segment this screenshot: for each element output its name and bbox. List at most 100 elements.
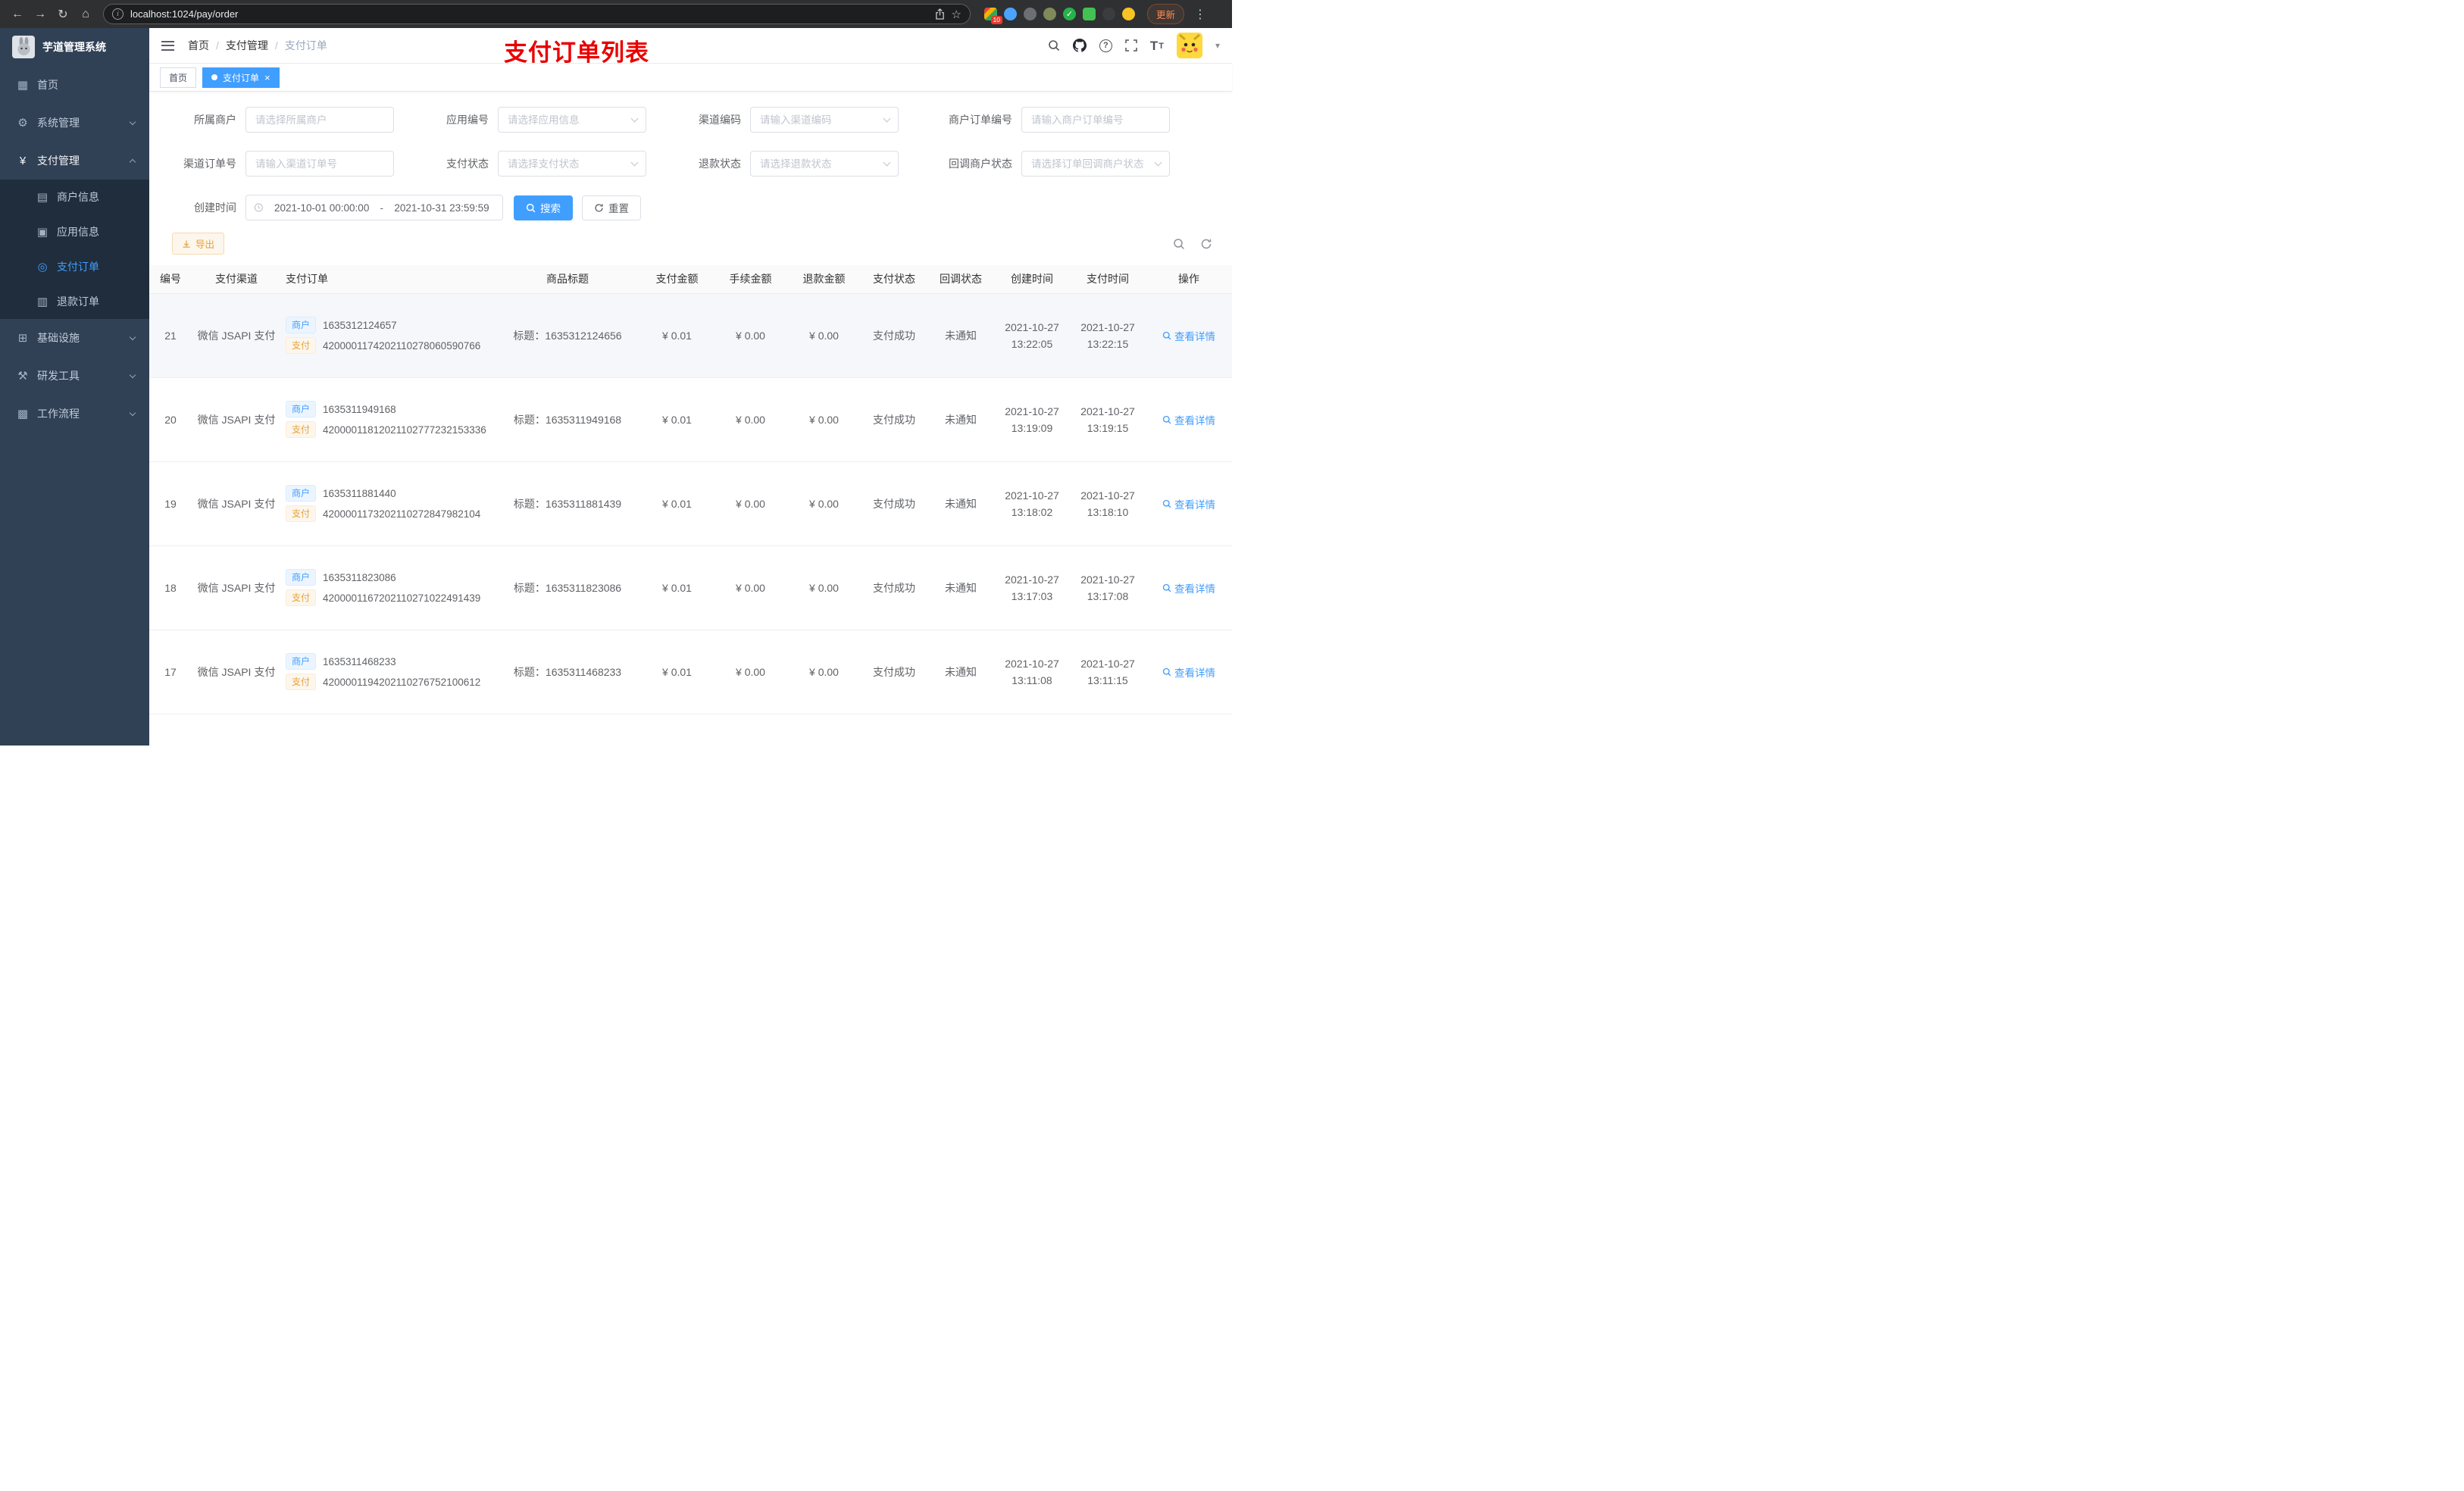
extension-icon[interactable]: ✓ bbox=[1063, 8, 1076, 20]
github-icon[interactable] bbox=[1072, 36, 1087, 55]
table-row: 17 微信 JSAPI 支付 商户 1635311468233 支付 4200001… bbox=[149, 630, 1232, 714]
extension-icon[interactable] bbox=[1122, 8, 1135, 20]
col-status: 支付状态 bbox=[861, 265, 927, 294]
cell-status: 支付成功 bbox=[861, 545, 927, 630]
sidebar-item-label: 首页 bbox=[37, 79, 58, 91]
extension-icon[interactable] bbox=[1102, 8, 1115, 20]
reset-button[interactable]: 重置 bbox=[582, 195, 641, 220]
filter-notify-status: 回调商户状态 bbox=[929, 151, 1170, 177]
site-info-icon[interactable]: i bbox=[112, 8, 124, 20]
time-text: 13:19:15 bbox=[1087, 421, 1129, 434]
sidebar-toggle-icon[interactable] bbox=[161, 40, 174, 51]
table-row: 18 微信 JSAPI 支付 商户 1635311823086 支付 4200001… bbox=[149, 545, 1232, 630]
date-start-input[interactable] bbox=[268, 202, 375, 214]
browser-back-icon[interactable]: ← bbox=[8, 5, 27, 24]
date-end-input[interactable] bbox=[389, 202, 495, 214]
date-range-picker[interactable]: - bbox=[245, 195, 503, 220]
export-button[interactable]: 导出 bbox=[172, 233, 225, 255]
pay-order-no: 4200001174202110278060590766 bbox=[323, 339, 481, 352]
sidebar-item-system[interactable]: ⚙ 系统管理 bbox=[0, 104, 149, 142]
sidebar-item-pay[interactable]: ¥ 支付管理 bbox=[0, 142, 149, 180]
browser-forward-icon[interactable]: → bbox=[30, 5, 50, 24]
cell-action: 查看详情 bbox=[1146, 377, 1232, 462]
sidebar-item-label: 应用信息 bbox=[57, 226, 99, 238]
time-text: 13:18:02 bbox=[1011, 505, 1053, 518]
bookmark-star-icon[interactable]: ☆ bbox=[952, 8, 962, 21]
pay-tag-badge: 支付 bbox=[286, 421, 317, 438]
cell-refund: ¥ 0.00 bbox=[787, 293, 861, 378]
channel-order-no-input[interactable] bbox=[245, 151, 394, 177]
app-logo[interactable]: 芋道管理系统 bbox=[0, 28, 149, 66]
channel-code-select[interactable] bbox=[750, 107, 899, 133]
view-detail-link[interactable]: 查看详情 bbox=[1162, 664, 1215, 680]
cell-amount: ¥ 0.01 bbox=[640, 461, 714, 546]
share-icon[interactable] bbox=[935, 8, 945, 20]
extension-icon[interactable] bbox=[1043, 8, 1056, 20]
merchant-order-no-input[interactable] bbox=[1021, 107, 1170, 133]
cell-status bbox=[861, 714, 927, 746]
briefcase-icon: ▩ bbox=[17, 408, 29, 420]
chevron-down-icon bbox=[129, 118, 136, 125]
sidebar-item-pay-order[interactable]: ◎ 支付订单 bbox=[0, 249, 149, 284]
close-icon[interactable]: × bbox=[264, 73, 270, 83]
search-icon[interactable] bbox=[1048, 36, 1060, 55]
cell-amount: ¥ 0.01 bbox=[640, 377, 714, 462]
sidebar-item-infra[interactable]: ⊞ 基础设施 bbox=[0, 319, 149, 357]
tab-label: 支付订单 bbox=[223, 72, 260, 83]
browser-reload-icon[interactable]: ↻ bbox=[53, 5, 73, 24]
view-detail-link[interactable]: 查看详情 bbox=[1162, 496, 1215, 511]
app-no-select[interactable] bbox=[498, 107, 646, 133]
extension-icon[interactable]: 10 bbox=[984, 8, 1002, 24]
sidebar-item-refund-order[interactable]: ▥ 退款订单 bbox=[0, 284, 149, 319]
browser-update-button[interactable]: 更新 bbox=[1147, 4, 1185, 24]
user-dropdown-caret-icon[interactable]: ▾ bbox=[1215, 40, 1220, 51]
date-text: 2021-10-27 bbox=[1005, 657, 1059, 670]
browser-menu-dots-icon[interactable]: ⋮ bbox=[1190, 5, 1210, 24]
col-fee: 手续金额 bbox=[714, 265, 787, 294]
search-button[interactable]: 搜索 bbox=[514, 195, 573, 220]
cell-order: 商户 1635311949168 支付 4200001181202110277723… bbox=[281, 377, 495, 462]
refund-status-select[interactable] bbox=[750, 151, 899, 177]
sidebar-item-merchant-info[interactable]: ▤ 商户信息 bbox=[0, 180, 149, 214]
refresh-icon bbox=[595, 203, 603, 212]
fullscreen-icon[interactable] bbox=[1125, 36, 1137, 55]
table-toolbar-right bbox=[1173, 238, 1212, 250]
search-button-label: 搜索 bbox=[540, 203, 561, 214]
sidebar-item-home[interactable]: ▦ 首页 bbox=[0, 66, 149, 104]
sidebar-item-devtool[interactable]: ⚒ 研发工具 bbox=[0, 357, 149, 395]
app-title: 芋道管理系统 bbox=[42, 41, 106, 53]
address-bar[interactable]: i localhost:1024/pay/order ☆ bbox=[103, 4, 971, 24]
view-detail-link[interactable]: 查看详情 bbox=[1162, 412, 1215, 427]
font-size-icon[interactable]: T T bbox=[1150, 39, 1164, 52]
cell-title: 标题：1635311823086 bbox=[495, 545, 640, 630]
extension-icon[interactable] bbox=[1024, 8, 1037, 20]
cell-order: 商户 1635311468233 支付 4200001194202110276752… bbox=[281, 630, 495, 714]
user-avatar[interactable] bbox=[1176, 33, 1202, 58]
tab-pay-order[interactable]: 支付订单 × bbox=[202, 67, 280, 88]
tab-home[interactable]: 首页 bbox=[160, 67, 197, 88]
view-detail-link[interactable]: 查看详情 bbox=[1162, 580, 1215, 595]
sidebar-item-app-info[interactable]: ▣ 应用信息 bbox=[0, 214, 149, 249]
sidebar-item-label: 退款订单 bbox=[57, 295, 99, 308]
help-icon[interactable]: ? bbox=[1099, 36, 1112, 55]
extension-icon[interactable] bbox=[1083, 8, 1096, 20]
pay-status-select[interactable] bbox=[498, 151, 646, 177]
date-text: 2021-10-27 bbox=[1005, 320, 1059, 333]
refresh-table-icon[interactable] bbox=[1200, 238, 1212, 250]
breadcrumb-home[interactable]: 首页 bbox=[188, 38, 209, 53]
notify-status-select[interactable] bbox=[1021, 151, 1170, 177]
field-label: 退款状态 bbox=[699, 158, 741, 170]
table-row: 20 微信 JSAPI 支付 商户 1635311949168 支付 4200001… bbox=[149, 377, 1232, 462]
cell-action: 查看详情 bbox=[1146, 293, 1232, 378]
merchant-order-no: 1635311823086 bbox=[323, 571, 396, 583]
breadcrumb-parent[interactable]: 支付管理 bbox=[226, 38, 268, 53]
browser-home-icon[interactable]: ⌂ bbox=[76, 5, 95, 24]
merchant-tag-badge: 商户 bbox=[286, 485, 317, 502]
cell-fee: ¥ 0.00 bbox=[714, 461, 787, 546]
time-text: 13:22:05 bbox=[1011, 337, 1053, 350]
sidebar-item-workflow[interactable]: ▩ 工作流程 bbox=[0, 395, 149, 433]
toggle-search-icon[interactable] bbox=[1173, 238, 1185, 250]
view-detail-link[interactable]: 查看详情 bbox=[1162, 328, 1215, 343]
owner-merchant-input[interactable] bbox=[245, 107, 394, 133]
extension-icon[interactable] bbox=[1004, 8, 1017, 20]
